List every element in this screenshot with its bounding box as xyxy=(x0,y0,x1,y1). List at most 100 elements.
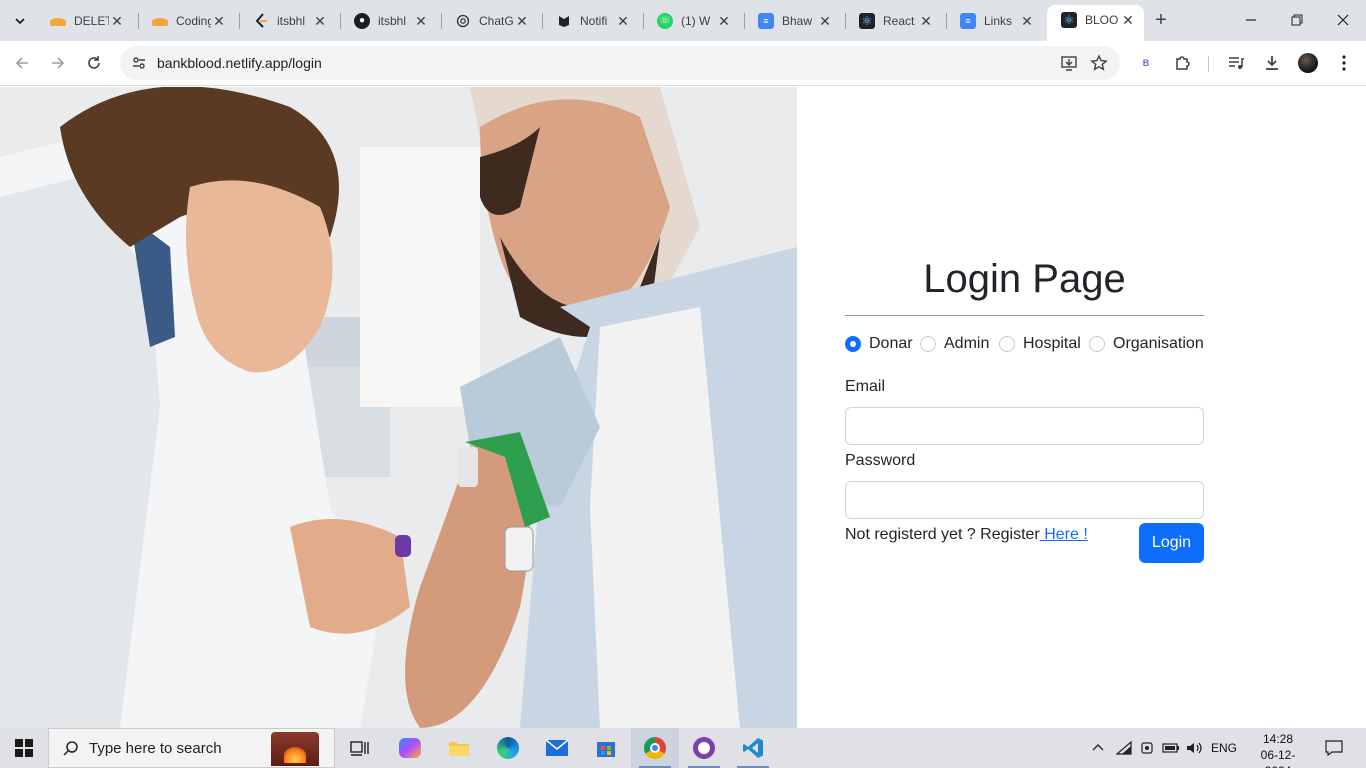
role-radio-donar[interactable]: Donar xyxy=(845,335,913,353)
extensions-button[interactable] xyxy=(1169,49,1197,77)
role-label: Donar xyxy=(869,335,913,352)
restore-button[interactable] xyxy=(1274,0,1320,40)
register-prompt: Not registerd yet ? Register Here ! xyxy=(845,526,1088,544)
register-link[interactable]: Here ! xyxy=(1040,526,1088,543)
chevron-down-icon xyxy=(15,18,25,25)
tab-4[interactable]: ● itsbhl ✕ xyxy=(340,6,437,35)
vscode-app[interactable] xyxy=(729,728,777,768)
task-view-button[interactable] xyxy=(336,728,384,768)
role-radio-hospital[interactable]: Hospital xyxy=(999,335,1081,353)
arrow-right-icon xyxy=(52,57,65,69)
title-divider xyxy=(845,315,1204,316)
tab-8[interactable]: ≡ Bhaw ✕ xyxy=(744,6,841,35)
login-button[interactable]: Login xyxy=(1139,523,1204,563)
downloads-button[interactable] xyxy=(1258,49,1286,77)
tab-3[interactable]: itsbhl ✕ xyxy=(239,6,336,35)
close-tab-icon[interactable]: ✕ xyxy=(817,13,833,29)
close-tab-icon[interactable]: ✕ xyxy=(716,13,732,29)
tab-10[interactable]: ≡ Links ✕ xyxy=(946,6,1043,35)
close-tab-icon[interactable]: ✕ xyxy=(413,13,429,29)
tab-7[interactable]: ☏ (1) W ✕ xyxy=(643,6,740,35)
radio-unchecked-icon[interactable] xyxy=(999,336,1015,352)
volume-tray[interactable] xyxy=(1184,728,1206,768)
profile-badge-icon: B xyxy=(1142,58,1150,68)
radio-unchecked-icon[interactable] xyxy=(920,336,936,352)
profile-avatar[interactable] xyxy=(1294,49,1322,77)
tab-1[interactable]: DELETE ✕ xyxy=(36,6,133,35)
email-label: Email xyxy=(845,378,886,395)
browser-tab-strip: DELETE ✕ Coding ✕ itsbhl ✕ ● itsbhl ✕ Ch… xyxy=(0,0,1366,41)
reload-button[interactable] xyxy=(80,49,108,77)
download-icon xyxy=(1266,56,1278,70)
start-button[interactable] xyxy=(0,728,48,768)
mail-app[interactable] xyxy=(533,728,581,768)
close-tab-icon[interactable]: ✕ xyxy=(1019,13,1035,29)
folder-icon xyxy=(449,742,469,756)
file-explorer-app[interactable] xyxy=(435,728,483,768)
close-tab-icon[interactable]: ✕ xyxy=(211,13,227,29)
search-placeholder: Type here to search xyxy=(89,739,222,757)
reload-icon xyxy=(88,56,100,69)
site-info-icon[interactable] xyxy=(128,55,150,71)
close-tab-icon[interactable]: ✕ xyxy=(1120,12,1136,28)
tab-title: BLOO xyxy=(1085,13,1119,27)
copilot-app[interactable] xyxy=(386,728,434,768)
close-tab-icon[interactable]: ✕ xyxy=(109,13,125,29)
tab-title: Coding xyxy=(176,13,211,28)
system-clock[interactable]: 14:28 06-12-2024 xyxy=(1248,731,1308,768)
mail-icon xyxy=(545,739,569,756)
google-docs-icon: ≡ xyxy=(960,12,976,29)
github-desktop-app[interactable] xyxy=(680,728,728,768)
close-tab-icon[interactable]: ✕ xyxy=(615,13,631,29)
speaker-icon xyxy=(1187,742,1202,754)
tab-6[interactable]: Notifi ✕ xyxy=(542,6,639,35)
arrow-left-icon xyxy=(15,57,28,69)
meet-now-tray[interactable] xyxy=(1137,728,1159,768)
network-tray[interactable] xyxy=(1113,728,1135,768)
password-field[interactable] xyxy=(845,481,1204,519)
taskbar-search[interactable]: Type here to search xyxy=(48,728,335,768)
store-app[interactable] xyxy=(582,728,630,768)
close-tab-icon[interactable]: ✕ xyxy=(918,13,934,29)
language-indicator[interactable]: ENG xyxy=(1208,728,1240,768)
edge-icon xyxy=(497,737,519,759)
media-controls-button[interactable] xyxy=(1222,49,1250,77)
close-tab-icon[interactable]: ✕ xyxy=(312,13,328,29)
tab-2[interactable]: Coding ✕ xyxy=(138,6,235,35)
battery-tray[interactable] xyxy=(1160,728,1182,768)
back-button[interactable] xyxy=(8,49,36,77)
fireplace-icon[interactable] xyxy=(271,732,319,766)
close-window-button[interactable] xyxy=(1320,0,1366,40)
bookmark-star-icon[interactable] xyxy=(1084,48,1114,78)
notification-icon xyxy=(1325,740,1343,756)
radio-checked-icon[interactable] xyxy=(845,336,861,352)
chrome-icon xyxy=(644,737,666,759)
profile-badge-extension[interactable]: B xyxy=(1132,49,1160,77)
radio-unchecked-icon[interactable] xyxy=(1089,336,1105,352)
chrome-app[interactable] xyxy=(631,728,679,768)
close-tab-icon[interactable]: ✕ xyxy=(514,13,530,29)
role-radio-organisation[interactable]: Organisation xyxy=(1089,335,1204,353)
email-field[interactable] xyxy=(845,407,1204,445)
install-app-icon[interactable] xyxy=(1054,48,1084,78)
more-vertical-icon xyxy=(1342,55,1346,71)
puzzle-icon xyxy=(1176,56,1190,70)
address-bar[interactable]: bankblood.netlify.app/login xyxy=(120,46,1120,80)
new-tab-button[interactable]: + xyxy=(1150,9,1172,31)
show-hidden-icons[interactable] xyxy=(1087,728,1109,768)
tab-5[interactable]: ChatG ✕ xyxy=(441,6,538,35)
tab-search-button[interactable] xyxy=(6,7,34,35)
tab-active[interactable]: ⚛ BLOO ✕ xyxy=(1047,5,1144,41)
restore-icon xyxy=(1291,14,1303,26)
minimize-button[interactable] xyxy=(1228,0,1274,40)
edge-app[interactable] xyxy=(484,728,532,768)
tab-9[interactable]: ⚛ React ✕ xyxy=(845,6,942,35)
tab-title: itsbhl xyxy=(277,13,306,28)
forward-button[interactable] xyxy=(44,49,72,77)
role-radio-admin[interactable]: Admin xyxy=(920,335,989,353)
browser-menu-button[interactable] xyxy=(1330,49,1358,77)
notifications-button[interactable] xyxy=(1318,728,1350,768)
url-text[interactable]: bankblood.netlify.app/login xyxy=(157,55,1054,71)
notion-icon xyxy=(556,13,572,29)
minimize-icon xyxy=(1246,19,1256,21)
